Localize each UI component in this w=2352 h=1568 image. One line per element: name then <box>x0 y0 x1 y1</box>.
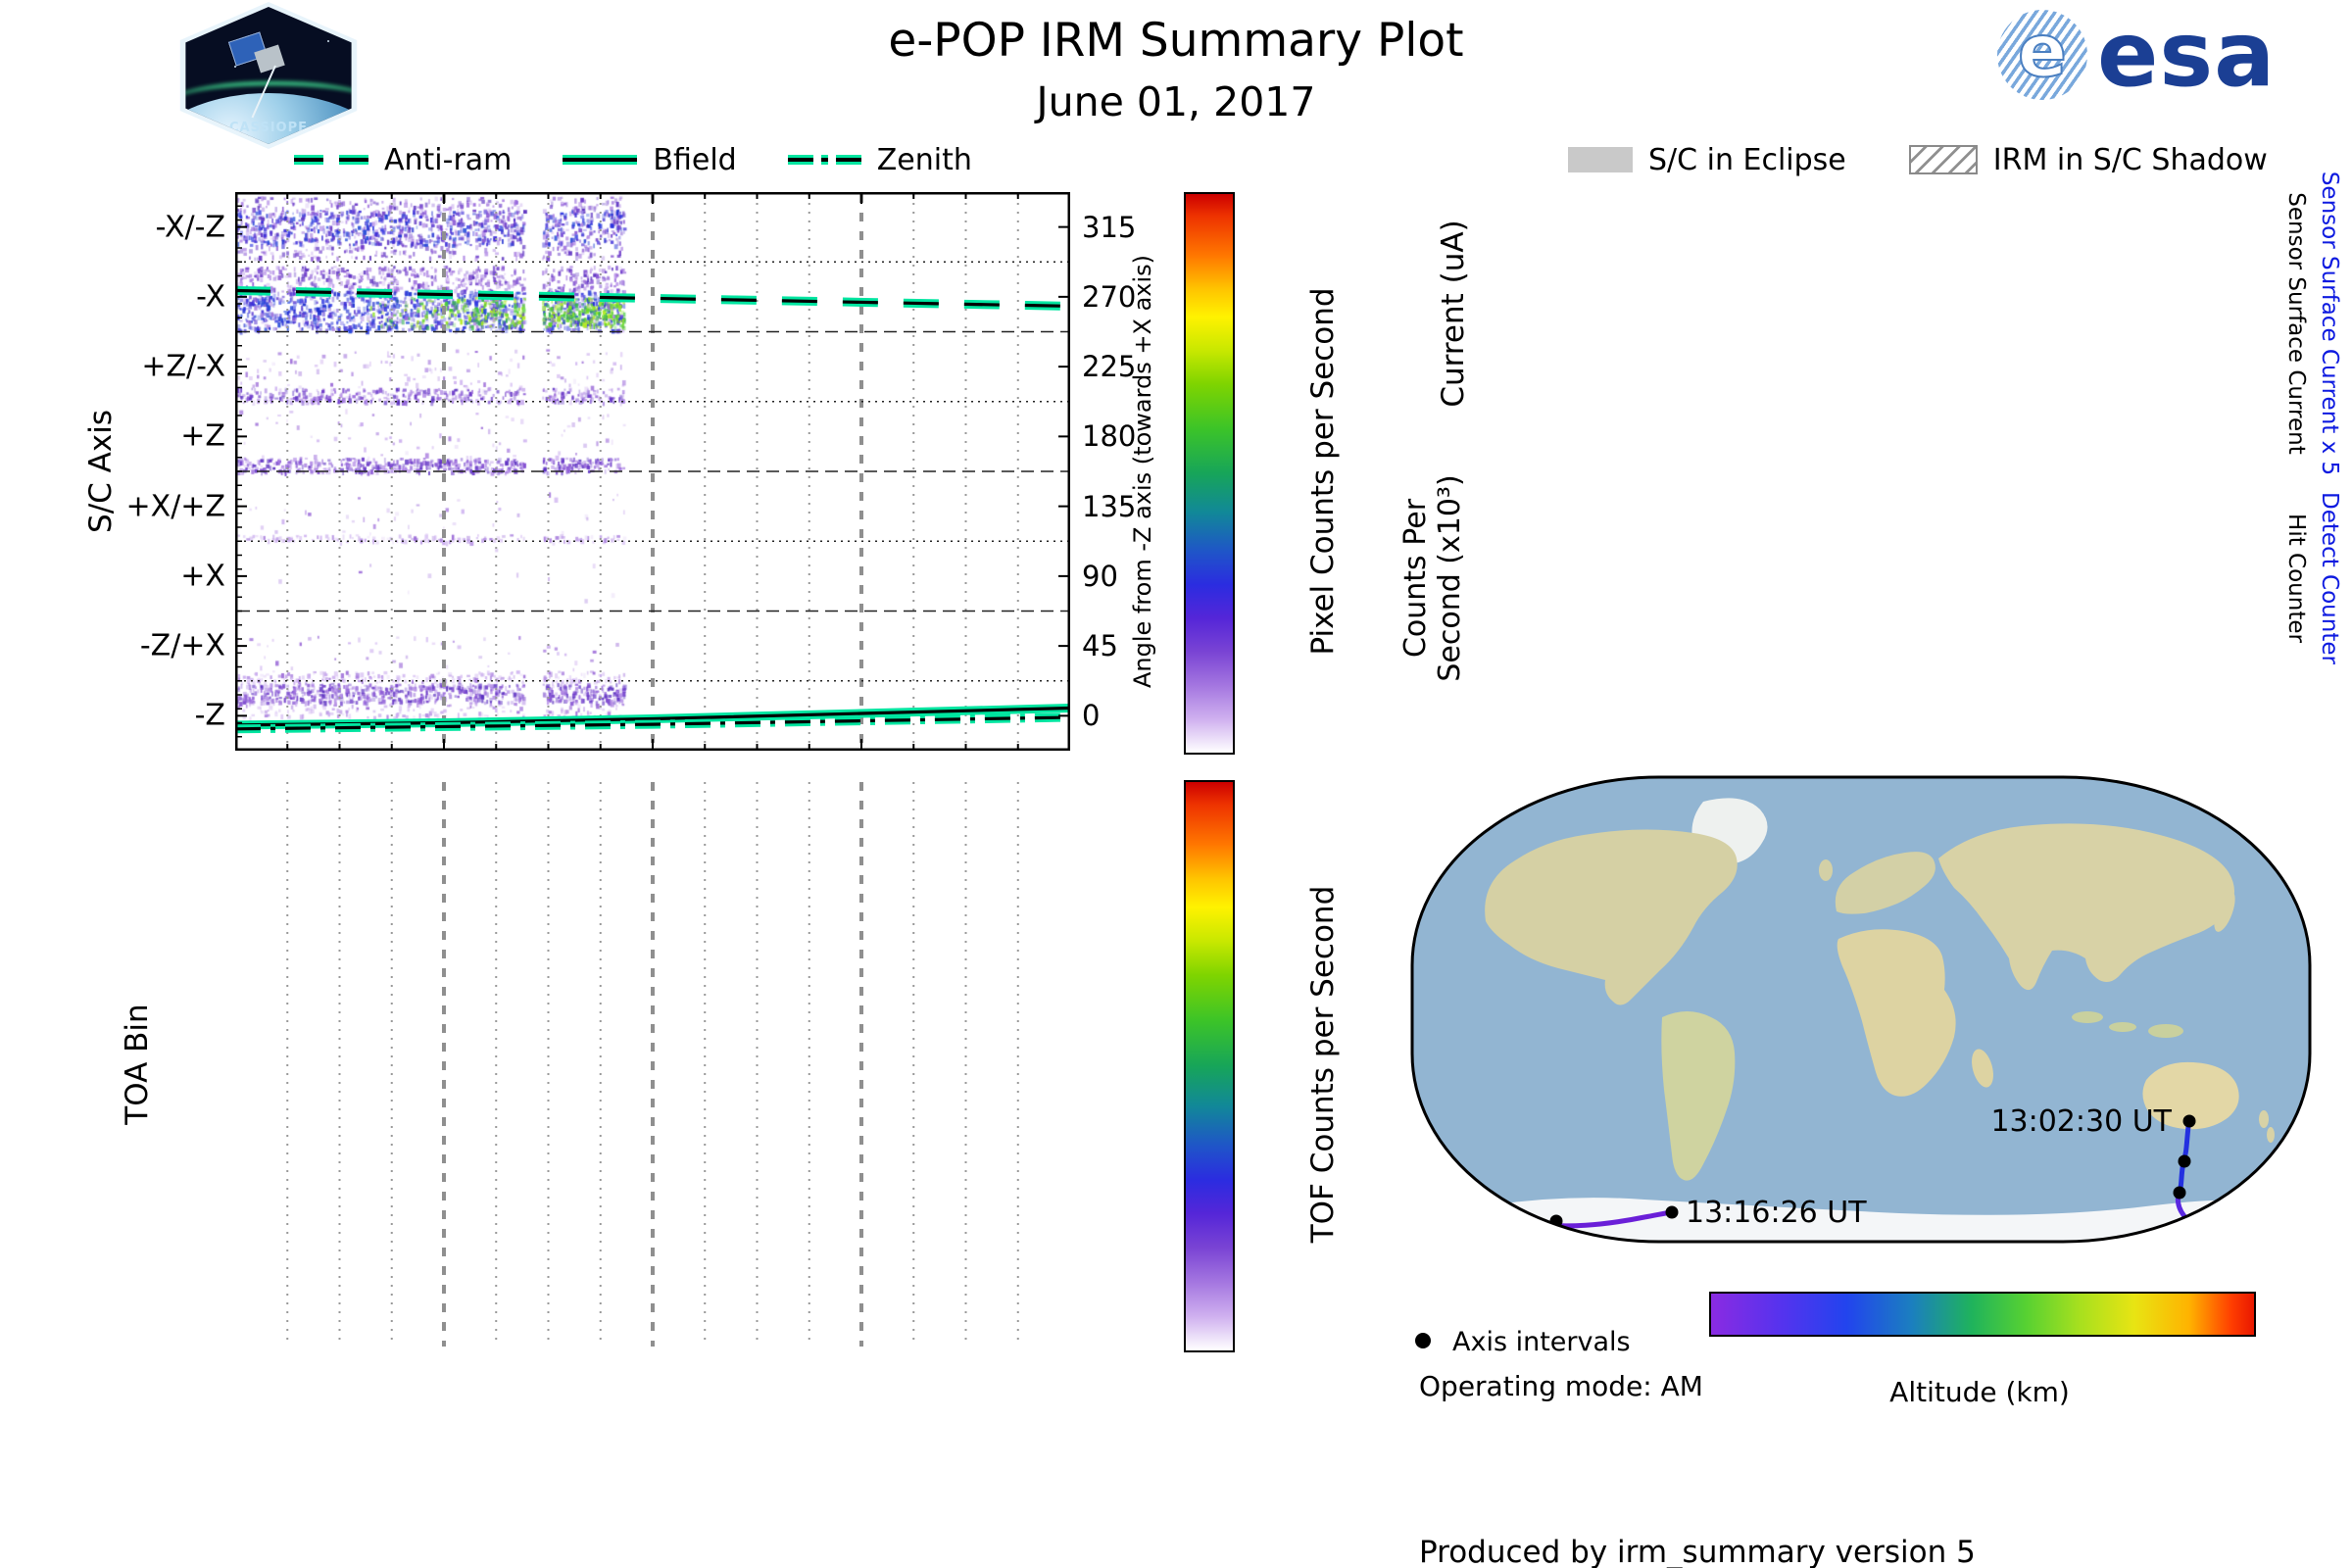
angle-tick-label: 135 <box>1082 489 1137 523</box>
pixel-colorbar-label: Pixel Counts per Second <box>1305 287 1341 656</box>
angle-tick-label: 180 <box>1082 419 1137 454</box>
island-new-guinea <box>2148 1024 2183 1038</box>
sc-axis-row-label: -X <box>196 279 225 315</box>
altitude-colorbar-label: Altitude (km) <box>1889 1376 2070 1408</box>
esa-wordmark: esa <box>2097 2 2277 107</box>
altitude-colorbar <box>1709 1292 2256 1337</box>
sc-axis-row-label: -Z/+X <box>139 628 225 663</box>
detect-counter-label: Detect Counter <box>2317 492 2342 664</box>
bfield-legend-label: Bfield <box>653 142 737 177</box>
shadow-legend-label: IRM in S/C Shadow <box>1992 142 2268 177</box>
hit-counter-label: Hit Counter <box>2283 514 2309 643</box>
toa-bin-ylabel: TOA Bin <box>120 1004 155 1125</box>
epop-irm-summary-figure: CASSIOPE e-POP IRM Summary Plot June 01,… <box>0 0 2352 1568</box>
anti-ram-legend-label: Anti-ram <box>384 142 513 177</box>
angle-tick-label: 45 <box>1082 629 1118 663</box>
sc-axis-row-label: +X <box>180 559 225 594</box>
eclipse-swatch <box>1568 147 1633 172</box>
sc-axis-spectrogram-plot <box>235 192 1070 751</box>
track-end-time-label: 13:16:26 UT <box>1686 1196 1867 1230</box>
counts-ylabel: Counts Per Second (x10³) <box>1398 474 1467 682</box>
sensor-surface-current-label: Sensor Surface Current <box>2283 192 2309 455</box>
orientation-legend: Anti-ram Bfield Zenith <box>294 142 1039 177</box>
esa-globe-icon: e <box>1997 10 2087 100</box>
zenith-line-swatch <box>787 155 861 165</box>
shadow-hatch-swatch <box>1908 145 1978 174</box>
sensor-current-plot <box>1527 188 2281 439</box>
axis-interval-dot-1 <box>2182 1114 2196 1128</box>
island-indonesia-1 <box>2072 1011 2103 1023</box>
counters-plot <box>1527 458 2281 699</box>
angle-tick-label: 315 <box>1082 210 1137 244</box>
tof-colorbar-label: TOF Counts per Second <box>1305 885 1341 1244</box>
sensor-surface-current-x5-label: Sensor Surface Current x 5 <box>2317 171 2342 476</box>
sc-axis-row-label: -X/-Z <box>155 210 225 245</box>
island-new-zealand <box>2259 1110 2269 1128</box>
angle-tick-label: 270 <box>1082 279 1137 314</box>
axis-interval-dot-2 <box>2178 1154 2191 1168</box>
pixel-counts-colorbar <box>1184 192 1235 755</box>
toa-bin-spectrogram-plot <box>286 782 1019 1347</box>
anti-ram-line-swatch <box>294 155 368 165</box>
sc-axis-row-label: +Z/-X <box>141 349 225 384</box>
island-indonesia-2 <box>2109 1022 2136 1032</box>
sc-axis-row-label: +Z <box>180 418 225 454</box>
bfield-line-swatch <box>563 155 638 165</box>
eclipse-legend-label: S/C in Eclipse <box>1648 142 1846 177</box>
island-uk <box>1819 859 1833 881</box>
tof-counts-colorbar <box>1184 780 1235 1352</box>
current-ylabel: Current (uA) <box>1436 220 1471 408</box>
track-end-dot <box>1665 1205 1679 1219</box>
produced-by-footer: Produced by irm_summary version 5 <box>1419 1535 1976 1568</box>
axis-interval-dot-3 <box>2173 1186 2186 1200</box>
island-new-zealand-2 <box>2267 1127 2275 1143</box>
axis-intervals-label: Axis intervals <box>1452 1327 1631 1357</box>
sc-axis-row-label: -Z <box>194 698 225 733</box>
world-map: 13:02:30 UT 13:16:26 UT <box>1410 775 2312 1244</box>
operating-mode: Operating mode: AM <box>1419 1370 1703 1402</box>
track-start-time-label: 13:02:30 UT <box>1990 1104 2172 1139</box>
sc-axis-row-label: +X/+Z <box>125 489 225 524</box>
sc-axis-ylabel: S/C Axis <box>83 410 119 533</box>
esa-logo: e esa <box>1997 8 2291 102</box>
angle-axis-label: Angle from -Z axis (towards +X axis) <box>1129 254 1156 689</box>
zenith-legend-label: Zenith <box>876 142 972 177</box>
angle-tick-label: 90 <box>1082 559 1118 593</box>
angle-tick-label: 0 <box>1082 699 1101 733</box>
angle-tick-label: 225 <box>1082 350 1137 384</box>
axis-intervals-dot-icon <box>1415 1333 1431 1348</box>
eclipse-legend: S/C in Eclipse IRM in S/C Shadow <box>1568 142 2313 177</box>
